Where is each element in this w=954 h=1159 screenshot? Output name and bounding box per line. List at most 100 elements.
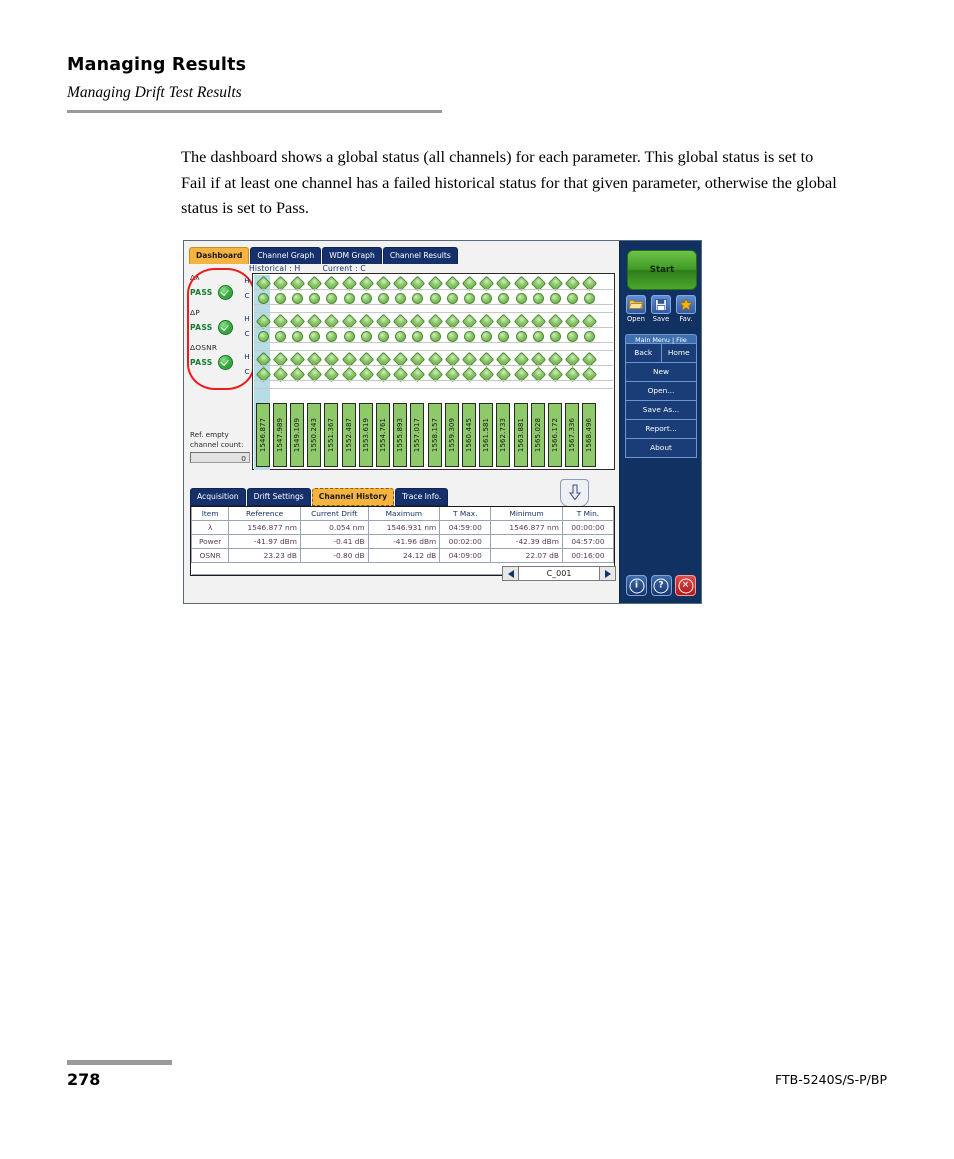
- status-dot: [392, 275, 409, 292]
- status-dot: [410, 351, 426, 368]
- quick-favourites-button[interactable]: Fav.: [676, 295, 696, 323]
- menu-item-open...[interactable]: Open...: [626, 382, 696, 401]
- menu-item-about[interactable]: About: [626, 439, 696, 457]
- menu-item-report...[interactable]: Report...: [626, 420, 696, 439]
- status-dot: [395, 331, 407, 342]
- status-dot: [530, 351, 546, 368]
- status-dot: [567, 331, 579, 342]
- status-dot: [444, 313, 460, 330]
- status-dot: [461, 275, 478, 292]
- status-dot: [375, 275, 392, 292]
- quick-open-button[interactable]: Open: [626, 295, 646, 323]
- status-dot: [306, 313, 323, 330]
- table-cell: 04:59:00: [439, 520, 492, 535]
- table-filler-cell: [228, 562, 301, 575]
- status-dot: [306, 366, 323, 383]
- menu-item-home[interactable]: Home: [660, 344, 696, 363]
- status-dot: [412, 293, 424, 304]
- table-row[interactable]: Power -41.97 dBm -0.41 dB -41.96 dBm 00:02:0…: [190, 534, 615, 549]
- status-dot: [324, 275, 340, 292]
- wavelength-column-9[interactable]: 1557.017: [410, 403, 425, 467]
- info-icon[interactable]: i: [626, 575, 647, 596]
- wavelength-column-16[interactable]: 1565.028: [530, 403, 545, 467]
- ref-empty-label-1: Ref. empty: [190, 430, 229, 439]
- start-button[interactable]: Start: [627, 250, 697, 290]
- wavelength-column-7[interactable]: 1554.761: [375, 403, 390, 467]
- collapse-panel-button[interactable]: [560, 479, 589, 507]
- wavelength-column-11[interactable]: 1559.309: [444, 403, 459, 467]
- table-cell: -41.96 dBm: [367, 534, 441, 549]
- down-arrow-icon: [568, 484, 581, 501]
- wavelength-column-4[interactable]: 1551.367: [324, 403, 339, 467]
- status-dot: [446, 331, 458, 342]
- icon-glyph: ?: [658, 580, 664, 590]
- status-dot: [358, 313, 374, 330]
- status-group-name: Δλ: [190, 273, 200, 282]
- menu-item-back[interactable]: Back: [626, 344, 661, 363]
- status-dot: [427, 313, 443, 330]
- wavelength-column-10[interactable]: 1558.157: [427, 403, 442, 467]
- grid-row-h-0: [254, 275, 613, 292]
- icon-glyph: ✕: [681, 580, 690, 590]
- status-dot: [326, 293, 338, 304]
- wavelength-column-17[interactable]: 1566.172: [547, 403, 562, 467]
- wavelength-column-15[interactable]: 1563.881: [513, 403, 528, 467]
- status-dot: [274, 293, 286, 304]
- wavelength-column-18[interactable]: 1567.336: [565, 403, 580, 467]
- close-icon[interactable]: ✕: [675, 575, 696, 596]
- wavelength-column-13[interactable]: 1561.581: [479, 403, 494, 467]
- wavelength-column-12[interactable]: 1560.445: [461, 403, 476, 467]
- status-dot: [461, 313, 478, 330]
- wavelength-label: 1547.989: [275, 417, 284, 453]
- status-badge: PASS: [190, 288, 213, 297]
- wavelength-column-6[interactable]: 1553.619: [358, 403, 373, 467]
- status-dot: [392, 366, 409, 383]
- table-cell: 23.23 dB: [228, 548, 301, 563]
- table-filler-cell: [368, 562, 440, 575]
- wavelength-label: 1557.017: [413, 417, 422, 453]
- top-tab-dashboard[interactable]: Dashboard: [189, 247, 250, 264]
- page-title: Managing Results: [67, 55, 247, 75]
- table-row[interactable]: λ 1546.877 nm 0.054 nm 1546.931 nm 04:59:00 1…: [190, 520, 615, 535]
- status-dot: [547, 275, 564, 292]
- wavelength-column-19[interactable]: 1568.496: [582, 403, 597, 467]
- wavelength-column-14[interactable]: 1562.733: [496, 403, 511, 467]
- top-tab-wdm-graph[interactable]: WDM Graph: [322, 247, 382, 264]
- bottom-tab-drift-settings[interactable]: Drift Settings: [246, 488, 311, 506]
- bottom-tab-channel-history[interactable]: Channel History: [311, 488, 395, 506]
- status-dot: [446, 293, 458, 304]
- grid-row-c-1: [254, 328, 613, 343]
- status-dot: [496, 275, 512, 292]
- current-channel-label[interactable]: C_001: [519, 566, 599, 581]
- wavelength-label: 1555.893: [396, 417, 405, 453]
- status-dot: [530, 275, 546, 292]
- system-icon-bar: i? ✕: [626, 575, 696, 596]
- legend-item-1: Current : C: [322, 264, 366, 273]
- next-channel-button[interactable]: [599, 566, 616, 581]
- bottom-tab-acquisition[interactable]: Acquisition: [190, 488, 246, 506]
- status-dot: [309, 331, 321, 342]
- wavelength-column-8[interactable]: 1555.893: [393, 403, 408, 467]
- wavelength-column-3[interactable]: 1550.243: [307, 403, 322, 467]
- table-filler-cell: [300, 562, 369, 575]
- quick-save-button[interactable]: Save: [651, 295, 671, 323]
- table-row[interactable]: OSNR 23.23 dB -0.80 dB 24.12 dB 04:09:00 22.0…: [190, 548, 615, 563]
- wavelength-column-2[interactable]: 1549.109: [289, 403, 304, 467]
- wavelength-column-0[interactable]: 1546.877: [255, 403, 270, 467]
- wavelength-label: 1559.309: [447, 417, 456, 453]
- help-icon[interactable]: ?: [650, 575, 672, 596]
- prev-channel-button[interactable]: [502, 566, 519, 581]
- wavelength-label: 1553.619: [361, 417, 370, 453]
- wavelength-column-1[interactable]: 1547.989: [272, 403, 287, 467]
- grid-row-c-0: [254, 290, 613, 305]
- top-tab-channel-results[interactable]: Channel Results: [382, 247, 458, 264]
- top-tab-channel-graph[interactable]: Channel Graph: [250, 247, 322, 264]
- wavelength-column-5[interactable]: 1552.487: [341, 403, 356, 467]
- status-dot: [375, 366, 392, 383]
- row-label-c-1: C: [244, 329, 250, 338]
- bottom-tab-trace-info-[interactable]: Trace Info.: [395, 488, 449, 506]
- menu-item-save-as...[interactable]: Save As...: [626, 401, 696, 420]
- menu-item-new[interactable]: New: [626, 363, 696, 382]
- grid-rows: [254, 275, 613, 389]
- grid-row-spacer: [254, 305, 613, 313]
